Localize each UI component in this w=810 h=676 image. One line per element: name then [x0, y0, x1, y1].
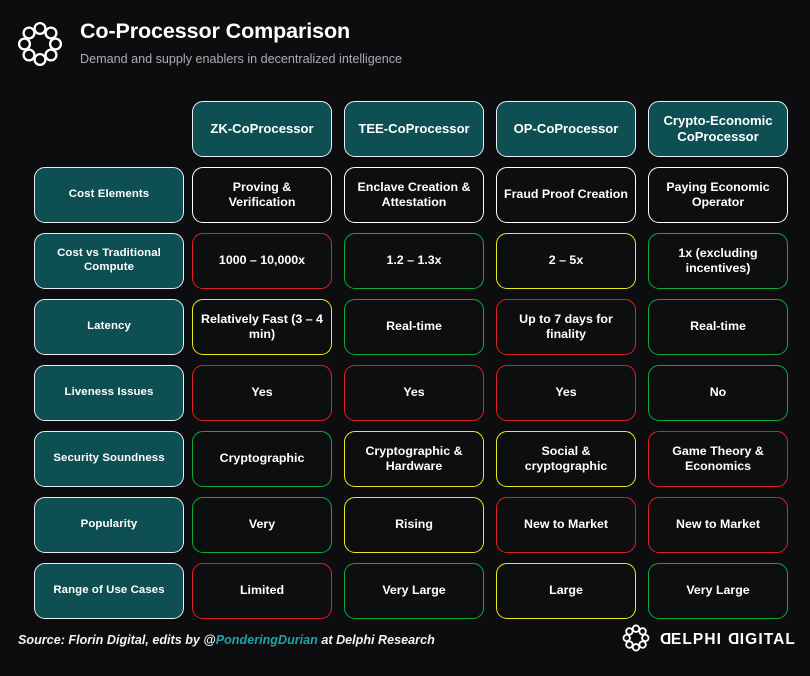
cell-security-zk[interactable]: Cryptographic: [192, 431, 332, 487]
delphi-digital-wordmark: DELPHI DIGITAL: [659, 631, 796, 649]
row-label-cost-elements[interactable]: Cost Elements: [34, 167, 184, 223]
page-title: Co-Processor Comparison: [80, 20, 402, 44]
source-suffix: at Delphi Research: [318, 633, 435, 647]
source-attribution: Source: Florin Digital, edits by @Ponder…: [18, 633, 435, 647]
cell-latency-crypto[interactable]: Real-time: [648, 299, 788, 355]
column-header-crypto-economic[interactable]: Crypto-Economic CoProcessor: [648, 101, 788, 157]
cell-use-cases-zk[interactable]: Limited: [192, 563, 332, 619]
page-header: Co-Processor Comparison Demand and suppl…: [0, 0, 810, 74]
table-row: Latency Relatively Fast (3 – 4 min) Real…: [0, 294, 810, 360]
delphi-ring-icon: [621, 623, 651, 658]
table-row: Liveness Issues Yes Yes Yes No: [0, 360, 810, 426]
wordmark-elphi: ELPHI: [671, 631, 728, 648]
cell-liveness-op[interactable]: Yes: [496, 365, 636, 421]
row-label-cost-vs-traditional-compute[interactable]: Cost vs Traditional Compute: [34, 233, 184, 289]
cell-liveness-tee[interactable]: Yes: [344, 365, 484, 421]
column-header-op[interactable]: OP-CoProcessor: [496, 101, 636, 157]
cell-use-cases-tee[interactable]: Very Large: [344, 563, 484, 619]
delphi-ring-icon: [14, 18, 66, 70]
page-subtitle: Demand and supply enablers in decentrali…: [80, 53, 402, 67]
cell-security-crypto[interactable]: Game Theory & Economics: [648, 431, 788, 487]
corner-spacer: [34, 101, 184, 157]
cell-cost-elements-op[interactable]: Fraud Proof Creation: [496, 167, 636, 223]
cell-popularity-zk[interactable]: Very: [192, 497, 332, 553]
cell-latency-op[interactable]: Up to 7 days for finality: [496, 299, 636, 355]
cell-cost-vs-traditional-op[interactable]: 2 – 5x: [496, 233, 636, 289]
column-header-zk[interactable]: ZK-CoProcessor: [192, 101, 332, 157]
cell-cost-vs-traditional-crypto[interactable]: 1x (excluding incentives): [648, 233, 788, 289]
row-label-liveness-issues[interactable]: Liveness Issues: [34, 365, 184, 421]
cell-cost-elements-tee[interactable]: Enclave Creation & Attestation: [344, 167, 484, 223]
comparison-table: ZK-CoProcessor TEE-CoProcessor OP-CoProc…: [0, 96, 810, 624]
cell-security-tee[interactable]: Cryptographic & Hardware: [344, 431, 484, 487]
row-label-range-of-use-cases[interactable]: Range of Use Cases: [34, 563, 184, 619]
table-row: Cost vs Traditional Compute 1000 – 10,00…: [0, 228, 810, 294]
column-header-tee[interactable]: TEE-CoProcessor: [344, 101, 484, 157]
cell-liveness-crypto[interactable]: No: [648, 365, 788, 421]
row-label-popularity[interactable]: Popularity: [34, 497, 184, 553]
cell-latency-tee[interactable]: Real-time: [344, 299, 484, 355]
cell-use-cases-op[interactable]: Large: [496, 563, 636, 619]
page-footer: Source: Florin Digital, edits by @Ponder…: [0, 622, 810, 658]
table-header-row: ZK-CoProcessor TEE-CoProcessor OP-CoProc…: [0, 96, 810, 162]
row-label-security-soundness[interactable]: Security Soundness: [34, 431, 184, 487]
table-row: Range of Use Cases Limited Very Large La…: [0, 558, 810, 624]
table-row: Popularity Very Rising New to Market New…: [0, 492, 810, 558]
cell-cost-elements-zk[interactable]: Proving & Verification: [192, 167, 332, 223]
cell-latency-zk[interactable]: Relatively Fast (3 – 4 min): [192, 299, 332, 355]
table-row: Security Soundness Cryptographic Cryptog…: [0, 426, 810, 492]
row-label-latency[interactable]: Latency: [34, 299, 184, 355]
delphi-digital-logo: DELPHI DIGITAL: [621, 623, 796, 658]
cell-cost-vs-traditional-zk[interactable]: 1000 – 10,000x: [192, 233, 332, 289]
cell-use-cases-crypto[interactable]: Very Large: [648, 563, 788, 619]
wordmark-d2: D: [727, 631, 739, 649]
cell-security-op[interactable]: Social & cryptographic: [496, 431, 636, 487]
cell-popularity-crypto[interactable]: New to Market: [648, 497, 788, 553]
cell-liveness-zk[interactable]: Yes: [192, 365, 332, 421]
header-text-block: Co-Processor Comparison Demand and suppl…: [80, 16, 402, 66]
cell-cost-vs-traditional-tee[interactable]: 1.2 – 1.3x: [344, 233, 484, 289]
wordmark-igital: IGITAL: [740, 631, 796, 648]
cell-popularity-tee[interactable]: Rising: [344, 497, 484, 553]
cell-popularity-op[interactable]: New to Market: [496, 497, 636, 553]
source-prefix: Source: Florin Digital, edits by @: [18, 633, 216, 647]
wordmark-d1: D: [659, 631, 671, 649]
source-handle-link[interactable]: PonderingDurian: [216, 633, 318, 647]
cell-cost-elements-crypto[interactable]: Paying Economic Operator: [648, 167, 788, 223]
table-row: Cost Elements Proving & Verification Enc…: [0, 162, 810, 228]
